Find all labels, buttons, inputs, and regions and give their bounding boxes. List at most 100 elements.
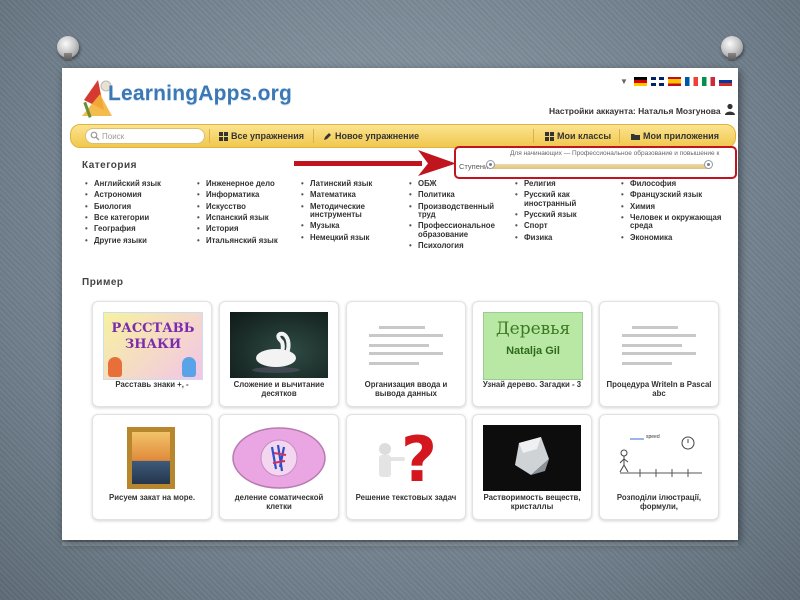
flag-ru-icon[interactable] [718,77,732,86]
category-link[interactable]: Другие языки [84,236,184,245]
example-card-5[interactable]: Процедура WriteIn в Pascal abc [599,301,719,407]
screenshot-paper: LearningApps.org ▼ Настройки аккаунта: Н… [62,68,738,540]
example-card-6[interactable]: Рисуем закат на море. [92,414,212,520]
language-selector[interactable]: ▼ [620,77,732,86]
example-card-9[interactable]: Растворимость веществ, кристаллы [472,414,592,520]
pushpin-left-icon [57,36,79,61]
flag-de-icon[interactable] [633,77,647,86]
nav-all-exercises[interactable]: Все упражнения [219,125,304,147]
card-thumbnail: speed [610,425,708,491]
category-link[interactable]: Биология [84,202,184,211]
category-column-3: Латинский язык Математика Методические и… [300,179,392,245]
cartoon-figure-icon [182,357,196,377]
category-link[interactable]: Психология [408,241,500,250]
user-icon[interactable] [724,103,736,115]
category-link[interactable]: Астрономия [84,191,184,200]
category-link[interactable]: География [84,225,184,234]
account-settings-link[interactable]: Настройки аккаунта: Наталья Мозгунова [549,106,721,116]
category-link[interactable]: Французский язык [620,191,724,200]
crystal-image-icon [515,437,549,475]
category-column-5: Религия Русский как иностранный Русский … [514,179,594,245]
category-link[interactable]: Религия [514,179,594,188]
card-thumbnail: РАССТАВЬ ЗНАКИ [103,312,203,380]
category-link[interactable]: Методические инструменты [300,202,392,220]
category-link[interactable]: Латинский язык [300,179,392,188]
flag-es-icon[interactable] [667,77,681,86]
category-link[interactable]: ОБЖ [408,179,500,188]
category-link[interactable]: Экономика [620,233,724,242]
example-card-1[interactable]: РАССТАВЬ ЗНАКИ Расставь знаки +, - [92,301,212,407]
card-thumbnail [610,312,708,378]
sunset-painting-icon [127,427,175,489]
nav-my-apps-label: Мои приложения [643,131,719,141]
nav-divider [209,129,210,143]
category-link[interactable]: Профессиональное образование [408,222,500,239]
category-link[interactable]: Музыка [300,222,392,231]
svg-text:?: ? [401,425,437,491]
category-link[interactable]: Философия [620,179,724,188]
card-caption: Розподіли ілюстрації, формули, [616,493,702,511]
example-card-10[interactable]: speed Розподіли ілюстрації, формули, [599,414,719,520]
dropdown-caret-icon[interactable]: ▼ [620,77,628,86]
thumbnail-text: speed [646,434,660,440]
card-caption: Узнай дерево. Загадки - 3 [482,380,582,389]
nav-my-classes[interactable]: Мои классы [545,125,611,147]
nav-my-apps[interactable]: Мои приложения [631,125,719,147]
category-link[interactable]: Спорт [514,222,594,231]
category-link[interactable]: Человек и окружающая среда [620,214,724,231]
category-link[interactable]: Английский язык [84,179,184,188]
pushpin-right-icon [721,36,743,61]
example-card-2[interactable]: Сложение и вычитание десятков [219,301,339,407]
category-link[interactable]: Химия [620,202,724,211]
card-caption: Процедура WriteIn в Pascal abc [606,380,712,398]
category-column-4: ОБЖ Политика Производственный труд Профе… [408,179,500,253]
category-link[interactable]: Немецкий язык [300,233,392,242]
thumbnail-text: РАССТАВЬ ЗНАКИ [111,321,195,353]
level-slider-track[interactable] [490,164,712,169]
main-navbar: Поиск Все упражнения Новое упражнение Мо… [70,124,736,148]
category-link[interactable]: Информатика [196,191,296,200]
example-card-8[interactable]: ? Решение текстовых задач [346,414,466,520]
swan-image-icon [252,331,300,373]
level-slider-max-handle[interactable] [704,160,713,169]
flag-en-icon[interactable] [650,77,664,86]
card-thumbnail: Деревья Natalja Gil [483,312,583,380]
example-card-4[interactable]: Деревья Natalja Gil Узнай дерево. Загадк… [472,301,592,407]
card-thumbnail [230,425,328,491]
card-thumbnail [230,312,328,378]
category-link[interactable]: Испанский язык [196,213,296,222]
category-link[interactable]: Производственный труд [408,202,500,220]
flag-it-icon[interactable] [701,77,715,86]
level-slider-min-handle[interactable] [486,160,495,169]
card-thumbnail [103,425,201,491]
category-link[interactable]: История [196,225,296,234]
category-link[interactable]: Русский язык [514,210,594,219]
search-input[interactable]: Поиск [85,128,205,144]
cartoon-figure-icon [108,357,122,377]
category-link[interactable]: Физика [514,233,594,242]
card-caption: Решение текстовых задач [355,493,457,502]
thumbnail-subtext: Natalja Gil [506,345,560,357]
pencil-icon [324,132,331,140]
question-mark-image-icon: ? [379,425,437,491]
category-link[interactable]: Политика [408,191,500,200]
nav-new-exercise-label: Новое упражнение [335,131,420,141]
example-card-3[interactable]: Организация ввода и вывода данных [346,301,466,407]
site-logo[interactable]: LearningApps.org [108,82,292,106]
nav-all-exercises-label: Все упражнения [231,131,304,141]
card-caption: Сложение и вычитание десятков [233,380,325,398]
category-link[interactable]: Итальянский язык [196,236,296,245]
category-link[interactable]: Все категории [84,213,184,222]
search-placeholder: Поиск [102,131,125,141]
category-link[interactable]: Математика [300,191,392,200]
category-link[interactable]: Искусство [196,202,296,211]
nav-my-classes-label: Мои классы [557,131,612,141]
example-card-7[interactable]: деление соматической клетки [219,414,339,520]
text-lines-placeholder-icon [369,326,443,365]
category-link[interactable]: Инженерное дело [196,179,296,188]
category-link[interactable]: Русский как иностранный [514,191,594,208]
flag-fr-icon[interactable] [684,77,698,86]
nav-new-exercise[interactable]: Новое упражнение [323,125,419,147]
card-thumbnail [357,312,455,378]
cell-division-image-icon [232,427,326,489]
